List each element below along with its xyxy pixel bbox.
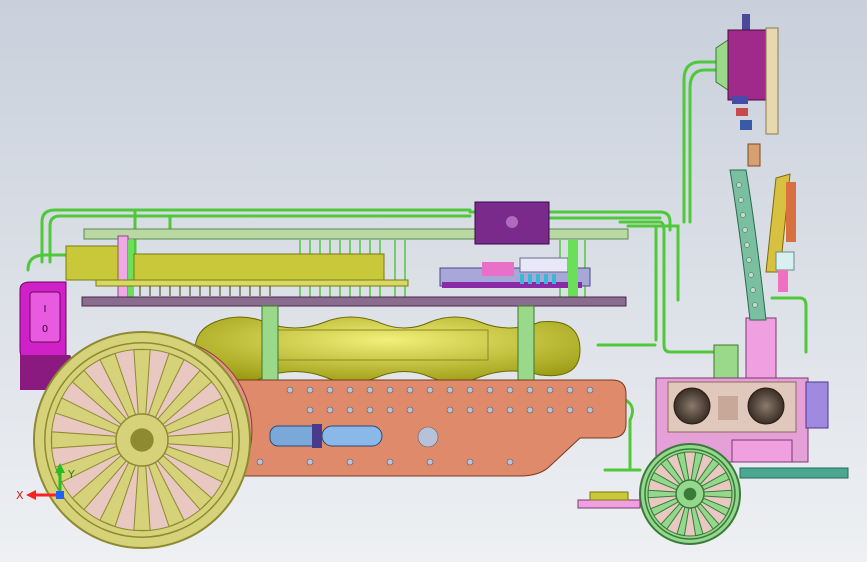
camera-chip-3 (740, 120, 752, 130)
dc-jack-module[interactable] (65, 245, 119, 281)
teal-ground-plate[interactable] (739, 467, 849, 479)
power-switch[interactable]: I 0 (19, 281, 67, 361)
camera-chip-1 (732, 96, 748, 104)
right-upright-green (568, 240, 578, 298)
camera-bracket (715, 39, 729, 91)
rear-drive-wheel[interactable] (33, 331, 251, 549)
pink-connector (482, 262, 514, 276)
front-caster-wheel[interactable] (639, 443, 741, 545)
middle-deck-plate[interactable] (81, 296, 627, 307)
side-board-plug (778, 270, 788, 292)
triad-x-label: X (16, 489, 24, 502)
board-edge-strip (95, 279, 409, 287)
camera-antenna (742, 14, 750, 32)
camera-pcb (765, 27, 779, 135)
sensor-transmitter-eye (673, 387, 711, 425)
driver-board-base (442, 282, 582, 288)
caster-mount (731, 439, 793, 463)
sensor-mount-post (745, 317, 777, 379)
switch-off-symbol: 0 (42, 324, 48, 335)
side-cap (805, 381, 829, 429)
drive-motor[interactable] (269, 424, 383, 448)
switch-on-symbol: I (44, 304, 47, 315)
sensor-crystal (718, 396, 738, 420)
camera-housing (727, 29, 767, 101)
left-deck-upright-green (128, 240, 134, 298)
side-board-sensor (775, 251, 795, 271)
wheel-axle (130, 428, 154, 452)
chassis-post-right[interactable] (517, 305, 535, 383)
mast-connector (747, 143, 761, 167)
wheel-axle (683, 487, 697, 501)
purple-block-screw (506, 216, 518, 228)
wheel-spoke (647, 489, 677, 499)
sensor-receiver-eye (747, 387, 785, 425)
white-header (519, 257, 569, 273)
camera-chip-2 (736, 108, 748, 116)
side-board-header (786, 182, 796, 242)
cad-viewport[interactable]: I 0 X Y (0, 0, 867, 562)
triad-z-axis (56, 491, 64, 499)
left-deck-upright[interactable] (117, 235, 129, 301)
wheel-spoke (703, 489, 733, 499)
sensor-connector (713, 344, 739, 381)
chassis-post-left[interactable] (261, 305, 279, 383)
robot-assembly-drawing: I 0 X Y (0, 0, 867, 562)
triad-y-label: Y (67, 468, 75, 481)
